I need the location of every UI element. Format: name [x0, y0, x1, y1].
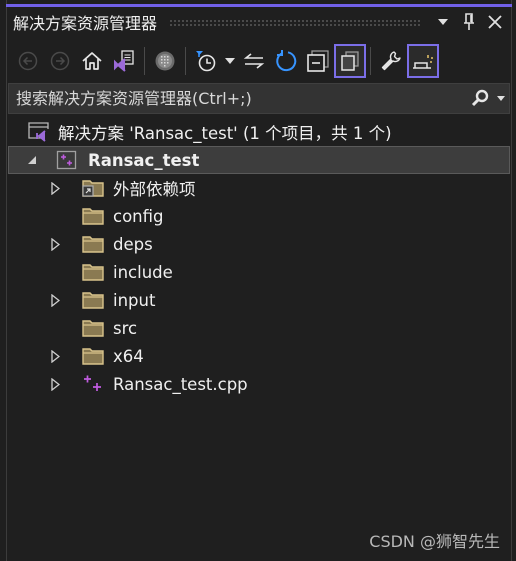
- copy-stack-icon: [341, 51, 359, 71]
- folder-icon: [82, 262, 104, 282]
- expand-arrow-icon[interactable]: [48, 181, 62, 195]
- drag-grip[interactable]: [169, 18, 420, 26]
- toolbar-separator: [144, 47, 145, 75]
- tree-node-project[interactable]: Ransac_test: [8, 146, 510, 174]
- tree-node-label: deps: [113, 234, 153, 254]
- search-button[interactable]: [467, 86, 493, 112]
- expand-arrow-icon[interactable]: [48, 237, 62, 251]
- close-icon: [488, 15, 502, 29]
- cpp-project-icon: [56, 150, 78, 170]
- home-icon: [82, 52, 102, 70]
- tree-node-label: config: [113, 206, 164, 226]
- home-button[interactable]: [76, 44, 108, 78]
- pending-changes-filter-button[interactable]: [190, 44, 222, 78]
- collapse-arrow-icon[interactable]: [25, 153, 39, 167]
- show-all-files-toggle-button[interactable]: [334, 44, 366, 78]
- window-position-dropdown-button[interactable]: [430, 9, 456, 35]
- expand-arrow-icon[interactable]: [48, 377, 62, 391]
- collapse-all-button[interactable]: [302, 44, 334, 78]
- forward-button[interactable]: [44, 44, 76, 78]
- tree-node-label: 解决方案 'Ransac_test' (1 个项目，共 1 个): [58, 124, 392, 143]
- tree-node-label: Ransac_test.cpp: [113, 374, 248, 394]
- folder-icon: [82, 290, 104, 310]
- refresh-icon: [276, 50, 297, 72]
- sync-arrows-icon: [243, 53, 265, 69]
- arrow-right-circle-icon: [50, 51, 70, 71]
- close-button[interactable]: [482, 9, 508, 35]
- pending-changes-filter-dropdown[interactable]: [222, 44, 238, 78]
- tree-node-cpp-file[interactable]: Ransac_test.cpp: [8, 370, 510, 398]
- collapse-all-icon: [307, 50, 329, 72]
- preview-items-icon: [413, 55, 433, 69]
- search-box: [8, 83, 510, 114]
- sync-with-active-document-button[interactable]: [238, 44, 270, 78]
- triangle-down-icon: [438, 19, 448, 25]
- tree-node-label: 外部依赖项: [113, 180, 196, 199]
- tree-node-solution[interactable]: 解决方案 'Ransac_test' (1 个项目，共 1 个): [8, 118, 510, 146]
- show-all-files-button[interactable]: [149, 44, 181, 78]
- folder-icon: [82, 206, 104, 226]
- panel-title-bar[interactable]: 解决方案资源管理器: [8, 7, 508, 37]
- watermark-text: CSDN @狮智先生: [369, 532, 500, 551]
- cpp-file-icon: [82, 374, 104, 394]
- folder-icon: [82, 234, 104, 254]
- folder-icon: [82, 346, 104, 366]
- properties-button[interactable]: [375, 44, 407, 78]
- pin-icon: [464, 13, 474, 30]
- tree-node-folder[interactable]: x64: [8, 342, 510, 370]
- tree-node-folder[interactable]: input: [8, 286, 510, 314]
- expand-arrow-icon[interactable]: [48, 293, 62, 307]
- tree-node-folder[interactable]: deps: [8, 230, 510, 258]
- tree-node-label: src: [113, 318, 138, 338]
- switch-views-button[interactable]: [108, 44, 140, 78]
- toolbar-separator: [185, 47, 186, 75]
- tree-node-external-dependencies[interactable]: 外部依赖项: [8, 174, 510, 202]
- tree-node-label: input: [113, 290, 156, 310]
- tree-node-label: include: [113, 262, 173, 282]
- solution-tree: 解决方案 'Ransac_test' (1 个项目，共 1 个) Ransac_…: [8, 118, 510, 398]
- triangle-down-icon: [497, 96, 505, 101]
- expand-arrow-icon[interactable]: [48, 349, 62, 363]
- tree-node-folder[interactable]: include: [8, 258, 510, 286]
- wrench-icon: [381, 51, 401, 71]
- arrow-left-circle-icon: [18, 51, 38, 71]
- pin-button[interactable]: [456, 9, 482, 35]
- tree-node-folder[interactable]: config: [8, 202, 510, 230]
- globe-grid-icon: [155, 51, 175, 71]
- back-button[interactable]: [12, 44, 44, 78]
- tree-node-label: Ransac_test: [88, 150, 200, 170]
- tree-node-label: x64: [113, 346, 144, 366]
- preview-selected-items-button[interactable]: [407, 44, 439, 78]
- toolbar-separator: [370, 47, 371, 75]
- external-dependencies-icon: [82, 178, 104, 198]
- tree-node-folder[interactable]: src: [8, 314, 510, 342]
- search-options-dropdown[interactable]: [493, 86, 509, 112]
- clock-filter-icon: [196, 51, 216, 72]
- solution-icon: [28, 122, 50, 142]
- search-icon: [471, 89, 489, 106]
- search-input[interactable]: [9, 88, 467, 109]
- folder-icon: [82, 318, 104, 338]
- triangle-down-icon: [225, 58, 235, 64]
- panel-title: 解决方案资源管理器: [13, 14, 158, 33]
- refresh-button[interactable]: [270, 44, 302, 78]
- vs-solution-views-icon: [114, 50, 134, 72]
- toolbar: [8, 42, 508, 80]
